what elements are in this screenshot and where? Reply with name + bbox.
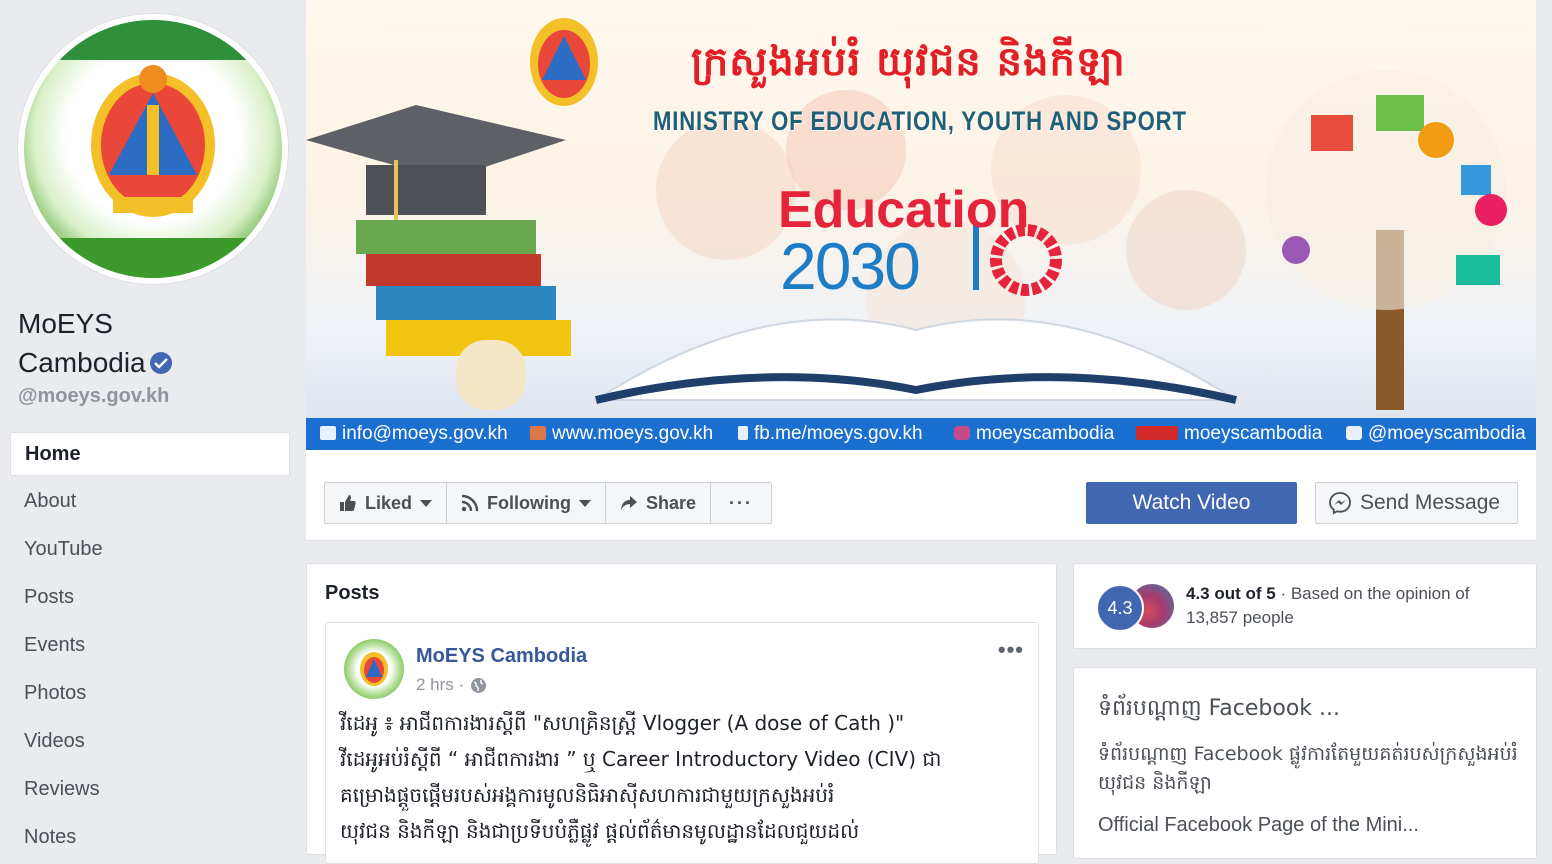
share-arrow-icon	[621, 496, 637, 510]
watch-video-button[interactable]: Watch Video	[1086, 482, 1297, 524]
contact-youtube: moeyscambodia	[1136, 423, 1322, 445]
home-icon	[530, 426, 546, 440]
action-button-group: Liked Following Share ···	[324, 482, 773, 524]
cover-photo[interactable]: ក្រសួងអប់រំ យុវជន និងកីឡា MINISTRY OF ED…	[306, 0, 1536, 418]
education-year: 2030	[780, 229, 921, 303]
about-card: ទំព័របណ្តាញ Facebook ... ទំព័របណ្តាញ Fac…	[1073, 667, 1537, 859]
chevron-down-icon	[420, 499, 433, 507]
post-body: វីដេអូ ៖ អាជីពការងារស្តីពី "សហគ្រិនស្ត្រ…	[340, 705, 1020, 849]
twitter-icon	[1346, 426, 1362, 440]
post-line: យុវជន និងកីឡា និងជាប្រទីបបំភ្លឺផ្លូវ ផ្ត…	[340, 819, 860, 843]
liked-button[interactable]: Liked	[325, 483, 448, 523]
nav-events[interactable]: Events	[10, 622, 290, 668]
cover-title-khmer: ក្រសួងអប់រំ យុវជន និងកីឡា	[691, 39, 1126, 85]
post-card: MoEYS Cambodia 2 hrs · ••• វីដេអូ ៖ អាជី…	[325, 622, 1039, 864]
rating-headline: 4.3 out of 5	[1186, 584, 1276, 603]
about-title[interactable]: ទំព័របណ្តាញ Facebook ...	[1098, 694, 1340, 726]
page-name[interactable]: MoEYS Cambodia	[18, 304, 288, 382]
nav-videos[interactable]: Videos	[10, 718, 290, 764]
rss-icon	[461, 494, 479, 512]
following-button[interactable]: Following	[447, 483, 606, 523]
chevron-down-icon	[579, 499, 591, 507]
send-message-button[interactable]: Send Message	[1315, 482, 1518, 524]
posts-section: Posts MoEYS Cambodia 2 hrs · ••• វីដេអូ …	[306, 563, 1057, 864]
rating-score-badge: 4.3	[1096, 584, 1144, 632]
messenger-icon	[1329, 492, 1351, 515]
emblem-graphic	[24, 20, 282, 278]
nav-reviews[interactable]: Reviews	[10, 766, 290, 812]
contact-website: www.moeys.gov.kh	[530, 423, 713, 445]
verified-badge-icon	[149, 352, 172, 374]
about-description: ទំព័របណ្តាញ Facebook ផ្លូវការតែមួយគត់របស…	[1098, 743, 1518, 794]
post-line: វីដេអូអប់រំស្តីពី “ អាជីពការងារ ” ឬ Care…	[340, 747, 942, 771]
globe-icon	[471, 677, 487, 693]
cover-card: ក្រសួងអប់រំ យុវជន និងកីឡា MINISTRY OF ED…	[306, 0, 1536, 541]
thumbs-up-icon	[340, 495, 356, 511]
mail-icon	[320, 426, 336, 440]
post-timestamp[interactable]: 2 hrs ·	[416, 675, 487, 695]
page-name-line1: MoEYS	[18, 308, 113, 339]
posts-heading: Posts	[325, 582, 380, 604]
share-button[interactable]: Share	[606, 483, 712, 523]
post-author-avatar[interactable]	[344, 639, 404, 699]
cover-title-english: MINISTRY OF EDUCATION, YOUTH AND SPORT	[653, 106, 1187, 136]
profile-picture[interactable]	[18, 14, 288, 284]
page-name-line2: Cambodia	[18, 347, 146, 378]
nav-posts[interactable]: Posts	[10, 574, 290, 620]
contact-instagram: moeyscambodia	[954, 423, 1114, 445]
contact-email: info@moeys.gov.kh	[320, 423, 508, 445]
nav-notes[interactable]: Notes	[10, 814, 290, 860]
instagram-icon	[954, 426, 970, 440]
post-author-name[interactable]: MoEYS Cambodia	[416, 645, 587, 668]
youtube-icon	[1136, 426, 1178, 440]
more-options-button[interactable]: ···	[711, 483, 771, 523]
nav-home[interactable]: Home	[10, 432, 290, 476]
emblem-icon	[360, 652, 388, 686]
rating-summary: 4.3 out of 5 · Based on the opinion of 1…	[1186, 582, 1516, 630]
contact-bar: info@moeys.gov.kh www.moeys.gov.kh fb.me…	[306, 418, 1536, 450]
contact-twitter: @moeyscambodia	[1346, 423, 1526, 445]
page-handle[interactable]: @moeys.gov.kh	[18, 385, 169, 408]
ministry-emblem-image	[24, 20, 282, 278]
contact-facebook: fb.me/moeys.gov.kh	[738, 423, 923, 445]
post-options-icon[interactable]: •••	[998, 637, 1024, 663]
page-actions: Liked Following Share ··· Watch Video Se…	[306, 450, 1536, 540]
facebook-icon	[738, 426, 748, 440]
nav-youtube[interactable]: YouTube	[10, 526, 290, 572]
nav-about[interactable]: About	[10, 478, 290, 524]
post-line: វីដេអូ ៖ អាជីពការងារស្តីពី "សហគ្រិនស្ត្រ…	[340, 711, 905, 735]
post-line: គម្រោងផ្តួចផ្តើមរបស់អង្គការមូលនិធិអាស៊ីស…	[340, 783, 835, 807]
page-nav: Home About YouTube Posts Events Photos V…	[10, 432, 290, 862]
nav-photos[interactable]: Photos	[10, 670, 290, 716]
rating-card[interactable]: 4.3 4.3 out of 5 · Based on the opinion …	[1073, 563, 1537, 649]
